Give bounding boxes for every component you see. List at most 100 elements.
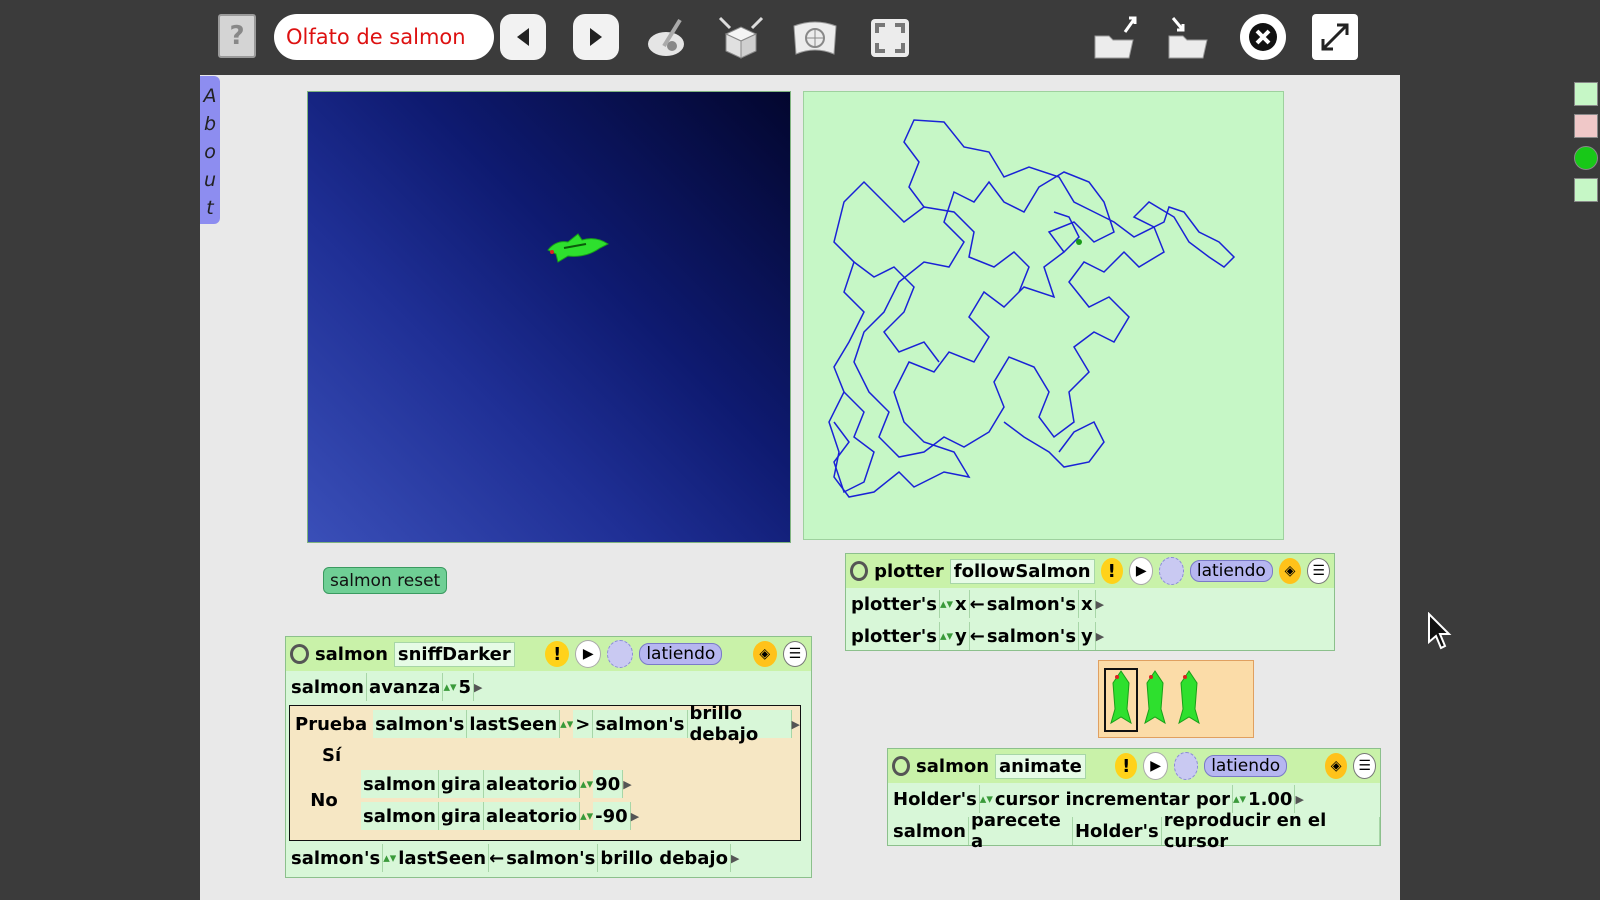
script-tiles-button[interactable]: ◈ bbox=[752, 641, 777, 667]
step-button[interactable]: ▶ bbox=[575, 640, 602, 668]
command-tile[interactable]: cursor incrementar por bbox=[992, 785, 1233, 813]
script-status-selector[interactable]: latiendo bbox=[639, 643, 723, 665]
command-tile[interactable]: gira bbox=[438, 802, 485, 830]
holder-tile[interactable]: Holder's bbox=[1072, 817, 1162, 845]
run-once-button[interactable]: ! bbox=[1100, 558, 1123, 584]
salmon-thumbnail[interactable] bbox=[1574, 82, 1598, 106]
full-screen-frame-button[interactable] bbox=[862, 13, 918, 63]
step-button[interactable]: ▶ bbox=[1128, 557, 1154, 585]
action-tile[interactable]: reproducir en el cursor bbox=[1161, 810, 1380, 852]
script-sniffDarker[interactable]: salmon sniffDarker ! ▶ latiendo ◈ ☰ salm… bbox=[285, 636, 812, 878]
salmon-sprite[interactable] bbox=[546, 228, 612, 264]
target-tile[interactable]: plotter's bbox=[849, 622, 940, 650]
clock-icon[interactable] bbox=[607, 640, 634, 668]
clock-icon[interactable] bbox=[1159, 557, 1184, 585]
plotter-thumbnail[interactable] bbox=[1574, 114, 1598, 138]
assignment-row[interactable]: plotter's ▴▾ x ← salmon's x ▶ bbox=[846, 588, 1334, 620]
object-tile[interactable]: salmon bbox=[361, 770, 439, 798]
updown-arrows-icon[interactable]: ▴▾ bbox=[383, 851, 396, 866]
updown-arrows-icon[interactable]: ▴▾ bbox=[580, 809, 593, 824]
turn-row[interactable]: salmon gira aleatorio ▴▾ 90 ▶ bbox=[358, 768, 639, 800]
costume-holder[interactable] bbox=[1098, 660, 1254, 738]
fullscreen-button[interactable] bbox=[1312, 14, 1358, 60]
close-button[interactable] bbox=[1240, 14, 1286, 60]
var-tile[interactable]: x bbox=[953, 590, 970, 618]
script-collapse-icon[interactable] bbox=[290, 644, 309, 664]
script-name-field[interactable]: animate bbox=[995, 753, 1086, 779]
value-tile[interactable]: -90 bbox=[593, 802, 631, 830]
source-tile[interactable]: salmon's bbox=[984, 622, 1080, 650]
script-name-field[interactable]: followSalmon bbox=[949, 558, 1095, 584]
source-tile[interactable]: salmon's bbox=[504, 844, 599, 872]
attr-tile[interactable]: x bbox=[1078, 590, 1096, 618]
var-tile[interactable]: y bbox=[953, 622, 970, 650]
attr-tile[interactable]: brillo debajo bbox=[687, 703, 792, 745]
triangle-right-icon[interactable]: ▶ bbox=[792, 718, 800, 731]
object-tile[interactable]: salmon's bbox=[373, 710, 468, 738]
object-tile[interactable]: salmon bbox=[891, 817, 969, 845]
step-button[interactable]: ▶ bbox=[1143, 752, 1168, 780]
publish-button[interactable] bbox=[1088, 13, 1144, 63]
attr-tile[interactable]: y bbox=[1079, 622, 1096, 650]
script-followSalmon[interactable]: plotter followSalmon ! ▶ latiendo ◈ ☰ pl… bbox=[845, 553, 1335, 651]
open-button[interactable] bbox=[1162, 13, 1218, 63]
target-tile[interactable]: salmon's bbox=[289, 844, 384, 872]
command-tile[interactable]: avanza bbox=[366, 673, 444, 701]
run-once-button[interactable]: ! bbox=[545, 641, 570, 667]
globe-map-button[interactable] bbox=[787, 13, 843, 63]
script-tiles-button[interactable]: ◈ bbox=[1324, 753, 1348, 779]
object-tile[interactable]: salmon bbox=[361, 802, 439, 830]
script-status-selector[interactable]: latiendo bbox=[1189, 560, 1273, 582]
triangle-right-icon[interactable]: ▶ bbox=[1096, 598, 1104, 611]
about-flap-tab[interactable]: A b o u t bbox=[200, 76, 220, 224]
value-tile[interactable]: 5 bbox=[456, 673, 475, 701]
triangle-right-icon[interactable]: ▶ bbox=[631, 810, 639, 823]
project-title-field[interactable]: Olfato de salmon bbox=[274, 14, 494, 60]
test-block[interactable]: Prueba salmon's lastSeen ▴▾ > salmon's b… bbox=[289, 703, 801, 841]
salmon-reset-button[interactable]: salmon reset bbox=[323, 567, 448, 594]
script-menu-button[interactable]: ☰ bbox=[782, 641, 807, 667]
updown-arrows-icon[interactable]: ▴▾ bbox=[940, 597, 953, 612]
object-tile[interactable]: salmon bbox=[289, 673, 367, 701]
triangle-right-icon[interactable]: ▶ bbox=[1295, 793, 1303, 806]
green-dot-thumbnail[interactable] bbox=[1574, 146, 1598, 170]
look-like-row[interactable]: salmon parecete a Holder's reproducir en… bbox=[888, 810, 1380, 852]
operator-tile[interactable]: > bbox=[573, 710, 594, 738]
script-collapse-icon[interactable] bbox=[850, 561, 869, 581]
assignment-row[interactable]: plotter's ▴▾ y ← salmon's y ▶ bbox=[846, 620, 1334, 652]
attr-tile[interactable]: lastSeen bbox=[467, 710, 561, 738]
attr-tile[interactable]: brillo debajo bbox=[598, 844, 731, 872]
plotter-pen-trail[interactable] bbox=[803, 91, 1284, 540]
updown-arrows-icon[interactable]: ▴▾ bbox=[940, 629, 953, 644]
updown-arrows-icon[interactable]: ▴▾ bbox=[560, 717, 573, 732]
script-name-field[interactable]: sniffDarker bbox=[393, 641, 515, 667]
triangle-right-icon[interactable]: ▶ bbox=[1096, 630, 1104, 643]
script-tiles-button[interactable]: ◈ bbox=[1278, 558, 1302, 584]
run-once-button[interactable]: ! bbox=[1115, 753, 1138, 779]
forward-row[interactable]: salmon avanza ▴▾ 5 ▶ bbox=[286, 671, 811, 703]
help-button[interactable]: ? bbox=[218, 14, 256, 58]
script-status-selector[interactable]: latiendo bbox=[1204, 755, 1288, 777]
value-tile[interactable]: 90 bbox=[593, 770, 624, 798]
command-tile[interactable]: gira bbox=[438, 770, 485, 798]
trail-thumbnail[interactable] bbox=[1574, 178, 1598, 202]
world[interactable]: ? Olfato de salmon A b o u t salmon rese… bbox=[200, 0, 1598, 900]
test-condition-row[interactable]: Prueba salmon's lastSeen ▴▾ > salmon's b… bbox=[290, 703, 800, 745]
script-collapse-icon[interactable] bbox=[892, 756, 911, 776]
target-tile[interactable]: plotter's bbox=[849, 590, 940, 618]
triangle-right-icon[interactable]: ▶ bbox=[731, 852, 739, 865]
source-tile[interactable]: salmon's bbox=[984, 590, 1079, 618]
object-tile[interactable]: salmon's bbox=[593, 710, 688, 738]
updown-arrows-icon[interactable]: ▴▾ bbox=[443, 680, 456, 695]
assignment-row[interactable]: salmon's ▴▾ lastSeen ← salmon's brillo d… bbox=[286, 842, 739, 874]
next-page-button[interactable] bbox=[573, 14, 619, 60]
script-menu-button[interactable]: ☰ bbox=[1353, 753, 1377, 779]
value-tile[interactable]: 1.00 bbox=[1246, 785, 1296, 813]
updown-arrows-icon[interactable]: ▴▾ bbox=[1233, 792, 1246, 807]
script-animate[interactable]: salmon animate ! ▶ latiendo ◈ ☰ Holder's… bbox=[887, 748, 1381, 852]
function-tile[interactable]: aleatorio bbox=[484, 802, 581, 830]
clock-icon[interactable] bbox=[1173, 752, 1199, 780]
triangle-right-icon[interactable]: ▶ bbox=[623, 778, 631, 791]
supplies-button[interactable] bbox=[713, 13, 769, 63]
command-tile[interactable]: parecete a bbox=[968, 810, 1073, 852]
